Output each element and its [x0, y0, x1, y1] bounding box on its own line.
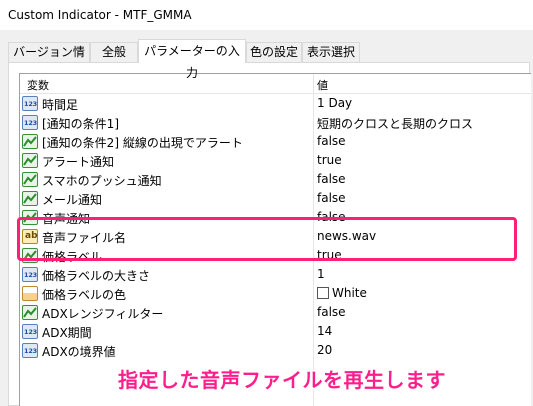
- boolean-icon: [22, 305, 38, 320]
- table-header: 変数 値: [20, 74, 531, 94]
- row-value[interactable]: 短期のクロスと長期のクロス: [317, 115, 473, 132]
- row-value[interactable]: 1: [317, 267, 325, 281]
- table-row[interactable]: [通知の条件2] 縦線の出現でアラート false: [20, 132, 531, 151]
- row-name: [通知の条件2] 縦線の出現でアラート: [42, 136, 243, 150]
- boolean-icon: [22, 172, 38, 187]
- table-row[interactable]: 音声通知 false: [20, 208, 531, 227]
- row-value[interactable]: false: [317, 191, 346, 205]
- row-name: メール通知: [42, 193, 103, 207]
- column-header-value[interactable]: 値: [317, 77, 328, 93]
- color-icon: [22, 286, 38, 301]
- tab-colors[interactable]: 色の設定: [246, 42, 302, 62]
- column-header-variable[interactable]: 変数: [27, 77, 49, 93]
- tab-visualization[interactable]: 表示選択: [302, 42, 360, 62]
- row-name: [通知の条件1]: [42, 117, 119, 131]
- row-name: ADXの境界値: [42, 345, 116, 359]
- row-value[interactable]: false: [317, 305, 346, 319]
- number-icon: 123: [22, 96, 38, 111]
- number-icon: 123: [22, 115, 38, 130]
- color-swatch[interactable]: [317, 287, 329, 299]
- table-row[interactable]: 123 ADXの境界値 20: [20, 341, 531, 360]
- row-name: 価格ラベルの大きさ: [42, 269, 151, 283]
- boolean-icon: [22, 191, 38, 206]
- number-icon: 123: [22, 343, 38, 358]
- string-icon: ab: [22, 229, 38, 244]
- row-value[interactable]: false: [317, 172, 346, 186]
- table-row[interactable]: 価格ラベルの色 White: [20, 284, 531, 303]
- parameters-table: 変数 値 123 時間足 1 Day 123 [通知の条件1] 短期のクロスと長…: [19, 73, 531, 406]
- table-row[interactable]: アラート通知 true: [20, 151, 531, 170]
- row-name: 音声通知: [42, 212, 91, 226]
- boolean-icon: [22, 248, 38, 263]
- row-value[interactable]: true: [317, 153, 342, 167]
- row-name: 価格ラベルの色: [42, 288, 127, 302]
- row-name: 価格ラベル: [42, 250, 103, 264]
- row-name: アラート通知: [42, 155, 115, 169]
- tab-general[interactable]: 全般: [90, 42, 138, 62]
- row-value[interactable]: news.wav: [317, 229, 376, 243]
- table-row[interactable]: 123 ADX期間 14: [20, 322, 531, 341]
- annotation-caption: 指定した音声ファイルを再生します: [118, 368, 446, 392]
- row-value[interactable]: false: [317, 134, 346, 148]
- dialog-body: バージョン情報 全般 パラメーターの入力 色の設定 表示選択 変数 値 123 …: [0, 30, 533, 406]
- row-name: スマホのプッシュ通知: [42, 174, 162, 188]
- boolean-icon: [22, 134, 38, 149]
- row-value[interactable]: 20: [317, 343, 332, 357]
- window-title: Custom Indicator - MTF_GMMA: [8, 8, 192, 22]
- table-row[interactable]: スマホのプッシュ通知 false: [20, 170, 531, 189]
- number-icon: 123: [22, 324, 38, 339]
- row-value[interactable]: false: [317, 210, 346, 224]
- tab-input-parameters[interactable]: パラメーターの入力: [138, 39, 246, 80]
- boolean-icon: [22, 153, 38, 168]
- table-row[interactable]: 価格ラベル true: [20, 246, 531, 265]
- tab-panel: 変数 値 123 時間足 1 Day 123 [通知の条件1] 短期のクロスと長…: [8, 62, 531, 406]
- table-row[interactable]: ADXレンジフィルター false: [20, 303, 531, 322]
- number-icon: 123: [22, 267, 38, 282]
- table-row[interactable]: 123 [通知の条件1] 短期のクロスと長期のクロス: [20, 113, 531, 132]
- color-name: White: [332, 286, 367, 300]
- row-value[interactable]: 1 Day: [317, 96, 352, 110]
- table-row[interactable]: ab 音声ファイル名 news.wav: [20, 227, 531, 246]
- table-row[interactable]: メール通知 false: [20, 189, 531, 208]
- table-row[interactable]: 123 時間足 1 Day: [20, 94, 531, 113]
- tab-version-info[interactable]: バージョン情報: [8, 42, 90, 77]
- row-name: ADX期間: [42, 326, 92, 340]
- row-name: ADXレンジフィルター: [42, 307, 164, 321]
- boolean-icon: [22, 210, 38, 225]
- row-value[interactable]: 14: [317, 324, 332, 338]
- table-row[interactable]: 123 価格ラベルの大きさ 1: [20, 265, 531, 284]
- row-name: 音声ファイル名: [42, 231, 127, 245]
- row-name: 時間足: [42, 98, 79, 112]
- row-value[interactable]: White: [317, 286, 367, 300]
- row-value[interactable]: true: [317, 248, 342, 262]
- title-bar: Custom Indicator - MTF_GMMA: [0, 0, 533, 30]
